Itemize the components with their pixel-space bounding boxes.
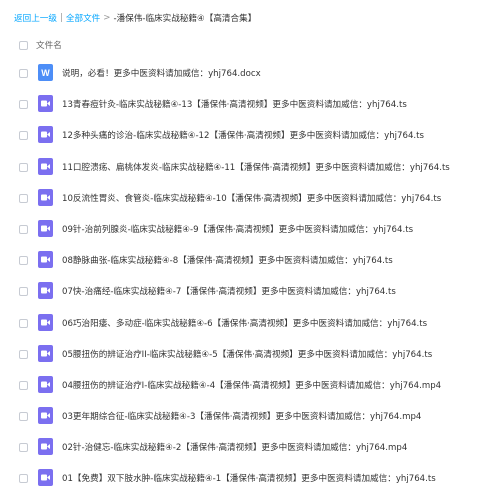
current-folder: -潘保伟-临床实战秘籍④【高清合集】 <box>113 14 257 24</box>
file-list: W 说明，必看！更多中医资料请加威信：yhj764.docx 13青春痘针灸-临床实… <box>0 58 500 495</box>
video-file-icon <box>38 407 53 425</box>
file-name[interactable]: 说明，必看！更多中医资料请加威信：yhj764.docx <box>62 67 261 79</box>
file-checkbox[interactable] <box>19 474 28 484</box>
file-row[interactable]: 09针-治前列腺炎-临床实战秘籍④-9【潘保伟·高清视频】更多中医资料请加威信：… <box>0 214 500 245</box>
file-name[interactable]: 04腰扭伤的辨证治疗I-临床实战秘籍④-4【潘保伟·高清视频】更多中医资料请加威… <box>62 379 441 391</box>
file-name[interactable]: 05腰扭伤的辨证治疗II-临床实战秘籍④-5【潘保伟·高清视频】更多中医资料请加… <box>62 348 432 360</box>
file-name[interactable]: 03更年期综合征-临床实战秘籍④-3【潘保伟·高清视频】更多中医资料请加威信：y… <box>62 410 421 422</box>
video-file-icon <box>38 375 53 393</box>
file-checkbox[interactable] <box>19 224 28 234</box>
file-checkbox[interactable] <box>19 193 28 203</box>
file-name[interactable]: 09针-治前列腺炎-临床实战秘籍④-9【潘保伟·高清视频】更多中医资料请加威信：… <box>62 223 413 235</box>
file-row[interactable]: W 说明，必看！更多中医资料请加威信：yhj764.docx <box>0 58 500 89</box>
file-row[interactable]: 13青春痘针灸-临床实战秘籍④-13【潘保伟·高清视频】更多中医资料请加威信：y… <box>0 89 500 120</box>
file-name[interactable]: 07快-治痛经-临床实战秘籍④-7【潘保伟·高清视频】更多中医资料请加威信：yh… <box>62 285 396 297</box>
select-all-checkbox[interactable] <box>19 41 28 50</box>
file-name[interactable]: 13青春痘针灸-临床实战秘籍④-13【潘保伟·高清视频】更多中医资料请加威信：y… <box>62 98 407 110</box>
file-checkbox[interactable] <box>19 318 28 328</box>
column-header-filename[interactable]: 文件名 <box>36 39 62 51</box>
video-file-icon <box>38 313 53 331</box>
breadcrumb-separator: | <box>59 13 63 23</box>
file-name[interactable]: 01【免费】双下肢水肿-临床实战秘籍④-1【潘保伟·高清视频】更多中医资料请加威… <box>62 472 436 484</box>
file-checkbox[interactable] <box>19 443 28 453</box>
file-row[interactable]: 06巧治阳痿、多动症-临床实战秘籍④-6【潘保伟·高清视频】更多中医资料请加威信… <box>0 308 500 339</box>
video-file-icon <box>38 188 53 206</box>
video-file-icon <box>38 469 53 487</box>
file-checkbox[interactable] <box>19 256 28 266</box>
breadcrumb-arrow: > <box>103 13 111 23</box>
file-row[interactable]: 11口腔溃疡、扁桃体发炎-临床实战秘籍④-11【潘保伟·高清视频】更多中医资料请… <box>0 152 500 183</box>
file-browser: 返回上一级 | 全部文件 > -潘保伟-临床实战秘籍④【高清合集】 文件名 W 说… <box>0 0 500 500</box>
file-name[interactable]: 11口腔溃疡、扁桃体发炎-临床实战秘籍④-11【潘保伟·高清视频】更多中医资料请… <box>62 161 450 173</box>
file-checkbox[interactable] <box>19 287 28 297</box>
all-files-link[interactable]: 全部文件 <box>66 12 100 24</box>
file-row[interactable]: 02针-治健忘-临床实战秘籍④-2【潘保伟·高清视频】更多中医资料请加威信：yh… <box>0 432 500 463</box>
file-name[interactable]: 08静脉曲张-临床实战秘籍④-8【潘保伟·高清视频】更多中医资料请加威信：yhj… <box>62 254 393 266</box>
file-checkbox[interactable] <box>19 100 28 110</box>
file-row[interactable]: 07快-治痛经-临床实战秘籍④-7【潘保伟·高清视频】更多中医资料请加威信：yh… <box>0 276 500 307</box>
file-row[interactable]: 01【免费】双下肢水肿-临床实战秘籍④-1【潘保伟·高清视频】更多中医资料请加威… <box>0 463 500 494</box>
svg-text:W: W <box>41 68 50 78</box>
file-row[interactable]: 08静脉曲张-临床实战秘籍④-8【潘保伟·高清视频】更多中医资料请加威信：yhj… <box>0 245 500 276</box>
file-checkbox[interactable] <box>19 162 28 172</box>
file-row[interactable]: 10反流性胃炎、食管炎-临床实战秘籍④-10【潘保伟·高清视频】更多中医资料请加… <box>0 183 500 214</box>
video-file-icon <box>38 282 53 300</box>
breadcrumb: 返回上一级 | 全部文件 > -潘保伟-临床实战秘籍④【高清合集】 <box>14 11 256 25</box>
file-checkbox[interactable] <box>19 349 28 359</box>
video-file-icon <box>38 219 53 237</box>
video-file-icon <box>38 157 53 175</box>
file-name[interactable]: 12多种头痛的诊治-临床实战秘籍④-12【潘保伟·高清视频】更多中医资料请加威信… <box>62 129 424 141</box>
file-row[interactable]: 12多种头痛的诊治-临床实战秘籍④-12【潘保伟·高清视频】更多中医资料请加威信… <box>0 120 500 151</box>
back-link[interactable]: 返回上一级 <box>14 12 57 24</box>
file-checkbox[interactable] <box>19 412 28 422</box>
video-file-icon <box>38 438 53 456</box>
file-checkbox[interactable] <box>19 131 28 141</box>
word-document-icon: W <box>38 64 53 81</box>
file-name[interactable]: 10反流性胃炎、食管炎-临床实战秘籍④-10【潘保伟·高清视频】更多中医资料请加… <box>62 192 441 204</box>
file-name[interactable]: 02针-治健忘-临床实战秘籍④-2【潘保伟·高清视频】更多中医资料请加威信：yh… <box>62 441 407 453</box>
file-name[interactable]: 06巧治阳痿、多动症-临床实战秘籍④-6【潘保伟·高清视频】更多中医资料请加威信… <box>62 317 427 329</box>
file-checkbox[interactable] <box>19 380 28 390</box>
file-row[interactable]: 05腰扭伤的辨证治疗II-临床实战秘籍④-5【潘保伟·高清视频】更多中医资料请加… <box>0 339 500 370</box>
file-row[interactable]: 03更年期综合征-临床实战秘籍④-3【潘保伟·高清视频】更多中医资料请加威信：y… <box>0 401 500 432</box>
file-checkbox[interactable] <box>19 69 28 78</box>
video-file-icon <box>38 344 53 362</box>
video-file-icon <box>38 251 53 269</box>
video-file-icon <box>38 95 53 113</box>
video-file-icon <box>38 126 53 144</box>
list-header: 文件名 <box>0 36 500 56</box>
file-row[interactable]: 04腰扭伤的辨证治疗I-临床实战秘籍④-4【潘保伟·高清视频】更多中医资料请加威… <box>0 370 500 401</box>
